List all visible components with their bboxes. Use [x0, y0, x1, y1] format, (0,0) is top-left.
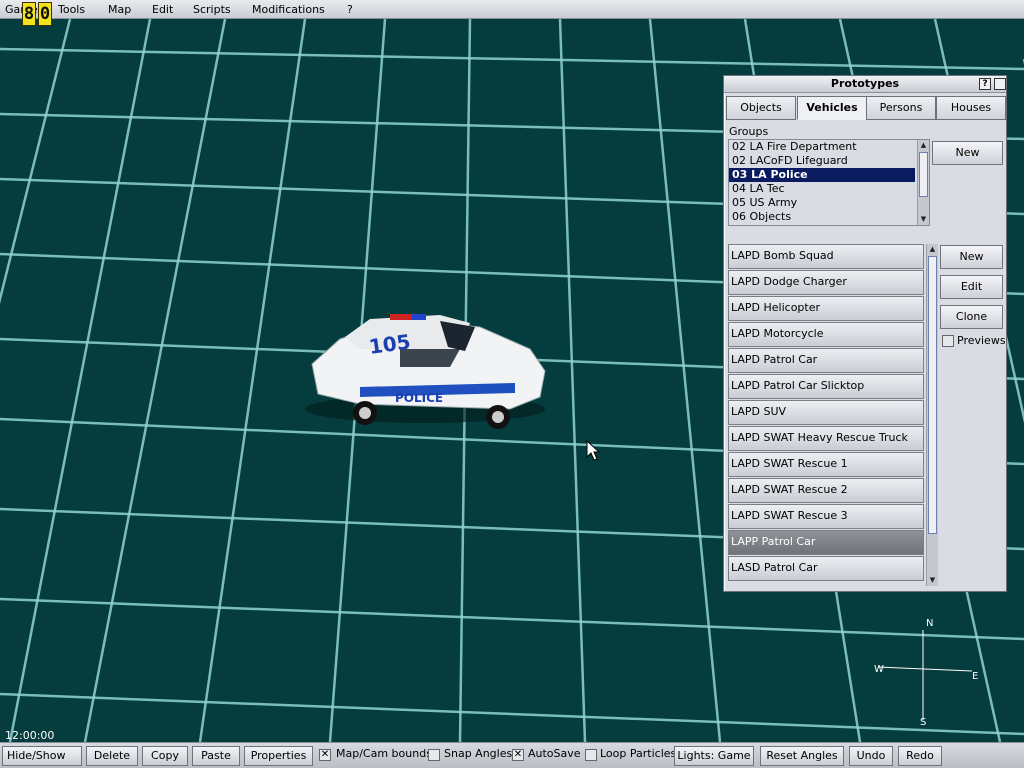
game-clock: 12:00:00 [5, 729, 55, 742]
undo-button[interactable]: Undo [849, 746, 893, 766]
minimize-button[interactable] [994, 78, 1006, 90]
list-item[interactable]: LAPD SWAT Rescue 2 [728, 478, 924, 503]
tab-vehicles[interactable]: Vehicles [797, 96, 867, 120]
scroll-thumb[interactable] [928, 256, 937, 534]
menu-modifications[interactable]: Modifications [252, 3, 325, 16]
help-button[interactable]: ? [979, 78, 991, 90]
list-item[interactable]: LASD Patrol Car [728, 556, 924, 581]
compass-w: W [874, 664, 884, 675]
paste-button[interactable]: Paste [192, 746, 240, 766]
car-text: POLICE [395, 391, 443, 405]
list-item[interactable]: LAPD SWAT Rescue 1 [728, 452, 924, 477]
tab-objects[interactable]: Objects [726, 96, 796, 120]
fps-counter: 8 0 [22, 2, 52, 26]
list-item[interactable]: LAPD SWAT Rescue 3 [728, 504, 924, 529]
prototypes-panel: Prototypes ? Objects Vehicles Persons Ho… [723, 75, 1007, 592]
scroll-down-icon[interactable]: ▼ [927, 575, 938, 585]
grid-line [83, 19, 227, 742]
copy-button[interactable]: Copy [142, 746, 188, 766]
scroll-down-icon[interactable]: ▼ [918, 214, 929, 224]
properties-button[interactable]: Properties [244, 746, 313, 766]
compass-n: N [926, 618, 934, 629]
previews-label: Previews [957, 334, 1006, 347]
list-item[interactable]: LAPD Helicopter [728, 296, 924, 321]
previews-checkbox[interactable] [942, 335, 954, 347]
group-item[interactable]: 04 LA Tec [729, 182, 915, 196]
groups-label: Groups [729, 125, 769, 138]
compass-cross-icon [877, 630, 973, 720]
prototype-list[interactable]: LAPD Bomb Squad LAPD Dodge Charger LAPD … [728, 244, 938, 586]
prototypes-title[interactable]: Prototypes [724, 76, 1006, 93]
fps-digit: 0 [38, 2, 52, 26]
grid-line [0, 47, 1024, 71]
group-new-button[interactable]: New [932, 141, 1003, 165]
list-item[interactable]: LAPD Patrol Car [728, 348, 924, 373]
group-item[interactable]: 06 Objects [729, 210, 915, 224]
scroll-up-icon[interactable]: ▲ [918, 140, 929, 150]
map-cam-bounds-label: Map/Cam bounds [336, 747, 432, 760]
redo-button[interactable]: Redo [898, 746, 942, 766]
autosave-checkbox[interactable]: ✕ [512, 749, 524, 761]
autosave-label: AutoSave [528, 747, 581, 760]
group-item[interactable]: 02 LA Fire Department [729, 140, 915, 154]
fps-digit: 8 [22, 2, 36, 26]
scroll-up-icon[interactable]: ▲ [927, 244, 938, 254]
menu-help[interactable]: ? [347, 3, 353, 16]
bottom-toolbar: Hide/Show Delete Copy Paste Properties ✕… [0, 742, 1024, 768]
compass: N W E S [870, 615, 980, 730]
clone-button[interactable]: Clone [940, 305, 1003, 329]
compass-e: E [972, 671, 979, 682]
menu-bar: Game Tools Map Edit Scripts Modification… [0, 0, 1024, 19]
tab-houses[interactable]: Houses [936, 96, 1006, 120]
groups-scrollbar[interactable]: ▲ ▼ [917, 140, 929, 225]
tab-persons[interactable]: Persons [866, 96, 936, 120]
mouse-cursor-icon [586, 440, 601, 461]
list-item-highlighted[interactable]: LAPP Patrol Car [728, 530, 924, 555]
grid-line [0, 19, 72, 305]
grid-line [8, 19, 152, 742]
list-item[interactable]: LAPD Motorcycle [728, 322, 924, 347]
menu-tools[interactable]: Tools [58, 3, 85, 16]
hide-show-button[interactable]: Hide/Show [2, 746, 82, 766]
snap-angles-checkbox[interactable] [428, 749, 440, 761]
reset-angles-button[interactable]: Reset Angles [760, 746, 844, 766]
group-item[interactable]: 02 LACoFD Lifeguard [729, 154, 915, 168]
menu-edit[interactable]: Edit [152, 3, 173, 16]
menu-map[interactable]: Map [108, 3, 131, 16]
list-item[interactable]: LAPD Dodge Charger [728, 270, 924, 295]
loop-particles-label: Loop Particles [600, 747, 677, 760]
group-item-selected[interactable]: 03 LA Police [729, 168, 915, 182]
menu-scripts[interactable]: Scripts [193, 3, 231, 16]
grid-line [198, 19, 307, 742]
prototype-scrollbar[interactable]: ▲ ▼ [926, 244, 938, 586]
edit-button[interactable]: Edit [940, 275, 1003, 299]
list-item[interactable]: LAPD SWAT Heavy Rescue Truck [728, 426, 924, 451]
list-item[interactable]: LAPD Patrol Car Slicktop [728, 374, 924, 399]
snap-angles-label: Snap Angles [444, 747, 513, 760]
groups-list[interactable]: 02 LA Fire Department 02 LACoFD Lifeguar… [728, 139, 930, 226]
list-item[interactable]: LAPD SUV [728, 400, 924, 425]
group-item[interactable]: 05 US Army [729, 196, 915, 210]
scroll-thumb[interactable] [919, 152, 928, 197]
loop-particles-checkbox[interactable] [585, 749, 597, 761]
police-car[interactable]: 105 POLICE [300, 309, 560, 429]
grid-line [648, 19, 722, 742]
new-button[interactable]: New [940, 245, 1003, 269]
map-cam-bounds-checkbox[interactable]: ✕ [319, 749, 331, 761]
list-item[interactable]: LAPD Bomb Squad [728, 244, 924, 269]
delete-button[interactable]: Delete [86, 746, 138, 766]
lights-game-button[interactable]: Lights: Game [674, 746, 754, 766]
compass-s: S [920, 717, 927, 728]
